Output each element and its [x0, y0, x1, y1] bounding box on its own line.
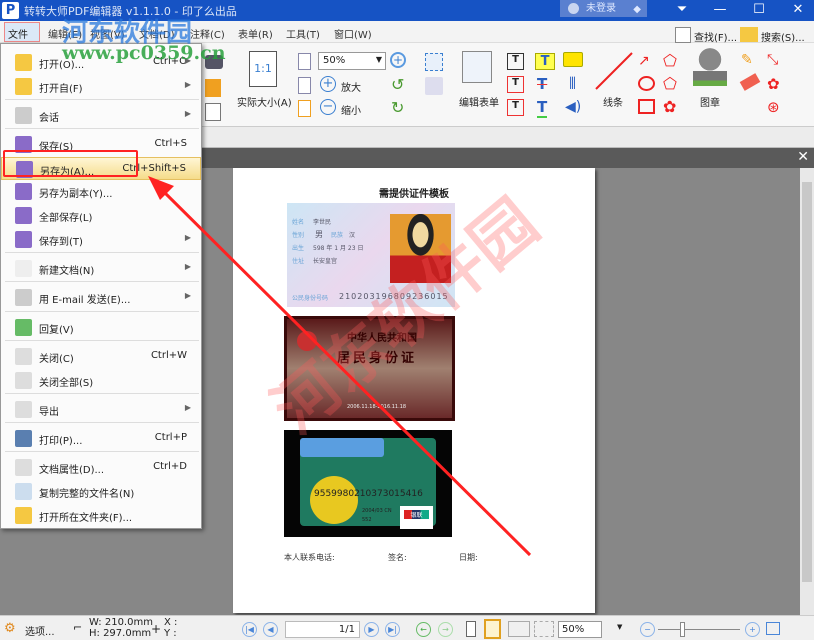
url-watermark: www.pc0359.cn	[62, 42, 226, 64]
red-arrow-annotation	[148, 176, 532, 557]
